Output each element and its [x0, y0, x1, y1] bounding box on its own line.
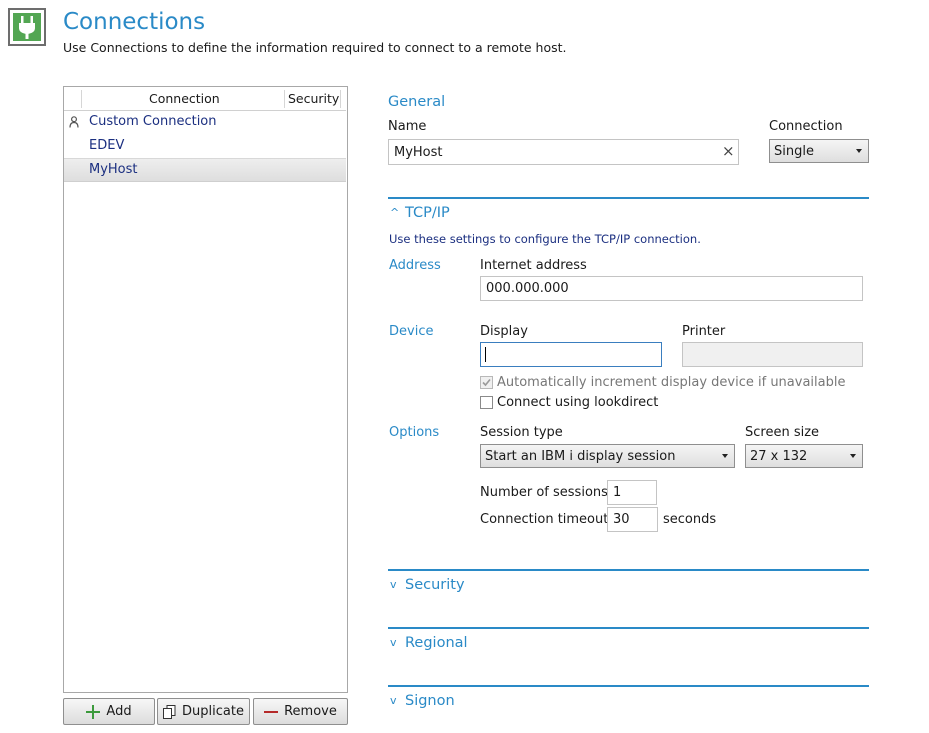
name-input[interactable]: MyHost: [388, 139, 739, 165]
connection-timeout-value: 30: [613, 512, 630, 527]
connections-app-icon: [8, 8, 46, 46]
list-item-edev[interactable]: EDEV: [64, 134, 346, 158]
tcpip-heading[interactable]: TCP/IP: [405, 205, 450, 221]
page-subtitle: Use Connections to define the informatio…: [63, 40, 567, 55]
remove-button[interactable]: Remove: [253, 698, 348, 725]
add-button-label: Add: [106, 704, 132, 719]
general-heading: General: [388, 94, 446, 110]
tcpip-description: Use these settings to configure the TCP/…: [389, 232, 701, 246]
add-button[interactable]: Add: [63, 698, 155, 725]
timeout-unit-label: seconds: [663, 512, 717, 527]
regional-section-header[interactable]: Regional: [405, 635, 468, 651]
user-icon: [69, 116, 79, 128]
column-header-security[interactable]: Security: [288, 91, 339, 106]
tcpip-divider: [388, 197, 869, 199]
session-type-value: Start an IBM i display session: [485, 448, 676, 464]
address-group-label: Address: [389, 258, 441, 273]
signon-divider: [388, 685, 869, 687]
device-group-label: Device: [389, 324, 434, 339]
lookdirect-checkbox[interactable]: [480, 396, 493, 409]
list-item-myhost[interactable]: MyHost: [64, 158, 346, 182]
lookdirect-label: Connect using lookdirect: [497, 395, 659, 410]
chevron-down-icon[interactable]: v: [390, 578, 397, 591]
signon-section-header[interactable]: Signon: [405, 693, 455, 709]
printer-input[interactable]: [682, 342, 863, 367]
minus-icon: [264, 710, 279, 713]
number-of-sessions-label: Number of sessions: [480, 485, 608, 500]
security-divider: [388, 569, 869, 571]
internet-address-input[interactable]: 000.000.000: [480, 276, 863, 301]
list-item-custom-connection[interactable]: Custom Connection: [64, 110, 346, 134]
list-item-label: Custom Connection: [89, 114, 217, 129]
checkmark-icon: [482, 378, 491, 387]
list-header: Connection Security: [64, 88, 346, 111]
printer-label: Printer: [682, 324, 726, 339]
page-title: Connections: [63, 9, 206, 35]
text-cursor: [485, 347, 486, 362]
duplicate-button[interactable]: Duplicate: [157, 698, 250, 725]
number-of-sessions-input[interactable]: 1: [607, 480, 657, 505]
internet-address-label: Internet address: [480, 258, 587, 273]
connection-type-select[interactable]: Single: [769, 139, 869, 163]
screen-size-label: Screen size: [745, 425, 820, 440]
connection-type-value: Single: [774, 143, 814, 159]
screen-size-value: 27 x 132: [750, 448, 808, 464]
display-input[interactable]: [480, 342, 662, 367]
connection-timeout-input[interactable]: 30: [607, 507, 658, 532]
display-label: Display: [480, 324, 528, 339]
column-header-connection[interactable]: Connection: [149, 91, 220, 106]
auto-increment-label: Automatically increment display device i…: [497, 375, 846, 390]
clear-name-icon[interactable]: ×: [722, 142, 735, 160]
chevron-down-icon[interactable]: v: [390, 694, 397, 707]
chevron-down-icon: [850, 454, 856, 458]
remove-button-label: Remove: [284, 704, 337, 719]
list-item-label: MyHost: [89, 162, 138, 177]
screen-size-select[interactable]: 27 x 132: [745, 444, 863, 468]
session-type-select[interactable]: Start an IBM i display session: [480, 444, 735, 468]
name-input-value: MyHost: [394, 144, 443, 160]
chevron-up-icon[interactable]: ^: [390, 206, 399, 219]
options-group-label: Options: [389, 425, 440, 440]
chevron-down-icon: [856, 149, 862, 153]
name-label: Name: [388, 119, 427, 134]
duplicate-button-label: Duplicate: [182, 704, 244, 719]
number-of-sessions-value: 1: [613, 485, 622, 500]
chevron-down-icon[interactable]: v: [390, 636, 397, 649]
plus-icon: [86, 704, 101, 719]
regional-divider: [388, 627, 869, 629]
session-type-label: Session type: [480, 425, 563, 440]
connection-type-label: Connection: [769, 119, 843, 134]
connection-timeout-label: Connection timeout: [480, 512, 609, 527]
list-item-label: EDEV: [89, 138, 125, 153]
duplicate-icon: [163, 704, 176, 719]
chevron-down-icon: [722, 454, 728, 458]
internet-address-value: 000.000.000: [486, 281, 569, 296]
auto-increment-checkbox[interactable]: [480, 376, 493, 389]
security-section-header[interactable]: Security: [405, 577, 465, 593]
plug-icon: [19, 16, 35, 39]
